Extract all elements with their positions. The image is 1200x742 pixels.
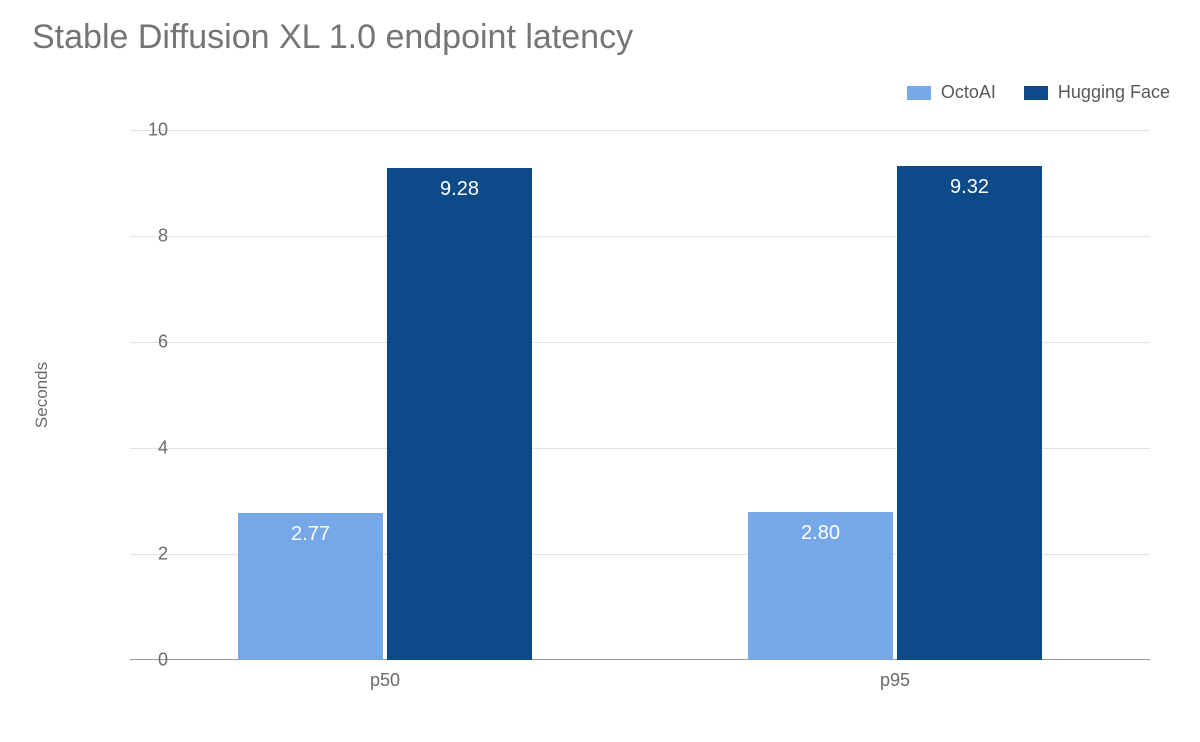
chart-title: Stable Diffusion XL 1.0 endpoint latency (32, 18, 633, 57)
legend-label-octoai: OctoAI (941, 82, 996, 103)
bar-value-label: 9.28 (440, 178, 479, 201)
legend-label-huggingface: Hugging Face (1058, 82, 1170, 103)
bar-octoai: 2.77 (238, 513, 383, 660)
bar-pair: 2.80 9.32 (748, 166, 1042, 660)
bar-value-label: 9.32 (950, 176, 989, 199)
bar-group: 2.77 9.28 (130, 130, 640, 660)
y-tick-label: 10 (108, 120, 168, 141)
bar-groups: 2.77 9.28 2.80 9.32 (130, 130, 1150, 660)
bar-hugging-face: 9.32 (897, 166, 1042, 660)
bar-pair: 2.77 9.28 (238, 168, 532, 660)
y-tick-label: 0 (108, 650, 168, 671)
legend-swatch-octoai (907, 86, 931, 100)
bar-group: 2.80 9.32 (640, 130, 1150, 660)
y-tick-label: 4 (108, 438, 168, 459)
bar-value-label: 2.77 (291, 523, 330, 546)
y-tick-label: 8 (108, 226, 168, 247)
legend-swatch-huggingface (1024, 86, 1048, 100)
x-tick-label: p50 (370, 670, 400, 691)
y-axis-label: Seconds (32, 362, 52, 428)
legend-item-octoai: OctoAI (907, 82, 996, 103)
bar-octoai: 2.80 (748, 512, 893, 660)
bar-value-label: 2.80 (801, 522, 840, 545)
chart-root: Stable Diffusion XL 1.0 endpoint latency… (0, 0, 1200, 742)
plot-area: 2.77 9.28 2.80 9.32 (130, 130, 1150, 660)
y-tick-label: 2 (108, 544, 168, 565)
x-tick-label: p95 (880, 670, 910, 691)
legend-item-huggingface: Hugging Face (1024, 82, 1170, 103)
bar-hugging-face: 9.28 (387, 168, 532, 660)
y-tick-label: 6 (108, 332, 168, 353)
chart-legend: OctoAI Hugging Face (907, 82, 1170, 103)
